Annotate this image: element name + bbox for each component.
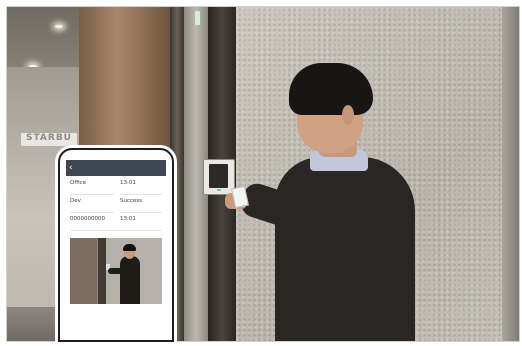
person-jacket <box>275 157 415 341</box>
person-ear <box>342 105 354 125</box>
info-field-department: Dev <box>70 198 81 204</box>
camera-snapshot[interactable] <box>70 238 162 304</box>
divider <box>120 212 162 213</box>
card-reader-panel <box>209 164 228 188</box>
info-value: 0000000000 <box>70 216 105 222</box>
info-field-result: Success <box>120 198 142 204</box>
person-hair <box>289 63 373 115</box>
info-value: 13:01 <box>120 180 136 186</box>
ceiling-light <box>55 25 63 28</box>
info-field-time: 13:01 <box>120 180 136 186</box>
app-header: ‹ <box>66 160 166 176</box>
arrow-left-icon[interactable]: ‹ <box>69 162 79 174</box>
snapshot-person <box>120 256 140 304</box>
smartphone: ‹ Office 13:01 Dev Success 0000000000 13… <box>58 148 174 342</box>
status-light <box>195 11 200 25</box>
divider <box>120 194 162 195</box>
snapshot-door-frame <box>98 238 106 304</box>
phone-screen: ‹ Office 13:01 Dev Success 0000000000 13… <box>66 160 166 340</box>
info-value: Office <box>70 180 87 186</box>
info-field-card-number: 0000000000 <box>70 216 105 222</box>
divider <box>70 230 162 231</box>
card-reader <box>203 159 235 195</box>
wall-edge <box>502 7 519 341</box>
info-value: 13:01 <box>120 216 136 222</box>
divider <box>70 194 114 195</box>
info-value: Success <box>120 198 143 204</box>
store-sign-text: STARBU <box>26 133 72 143</box>
info-field-location: Office <box>70 180 86 186</box>
card-reader-led <box>217 189 221 191</box>
store-sign: STARBU <box>21 133 77 146</box>
divider <box>70 212 114 213</box>
snapshot-person-hair <box>123 244 136 251</box>
info-value: Dev <box>70 198 81 204</box>
info-field-timestamp: 13:01 <box>120 216 136 222</box>
app-title <box>82 162 162 174</box>
